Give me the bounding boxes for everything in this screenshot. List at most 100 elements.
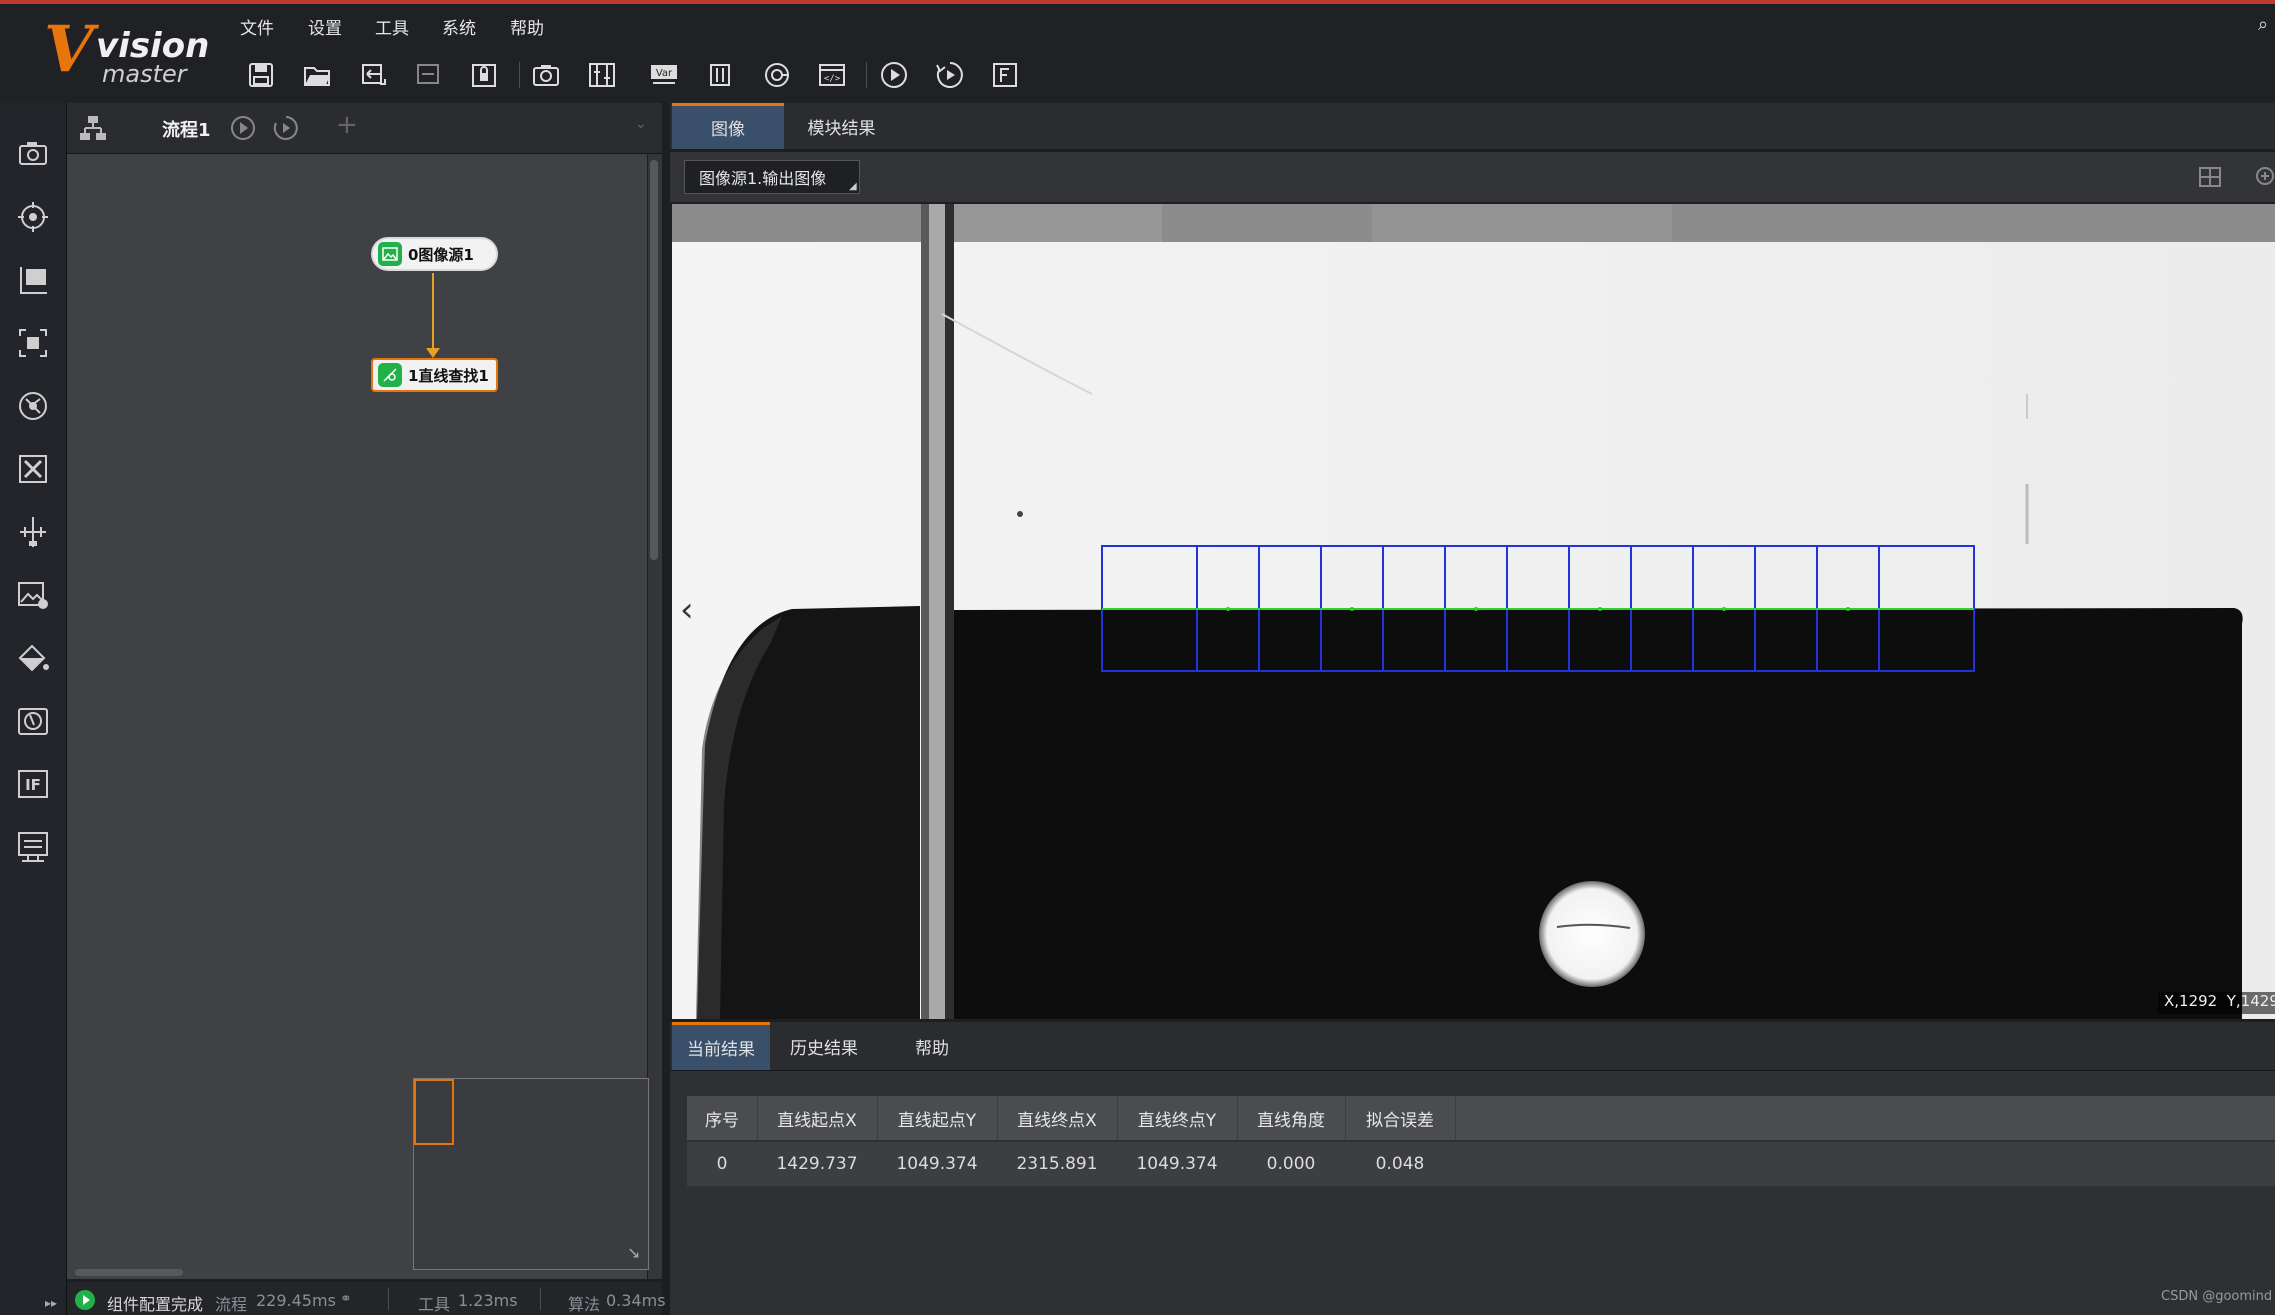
image-process-icon[interactable] xyxy=(13,575,53,615)
col-header: 直线角度 xyxy=(1257,1110,1325,1131)
col-header: 直线终点Y xyxy=(1137,1110,1217,1131)
flow-time-label: 流程 xyxy=(215,1295,248,1314)
chevron-down-icon[interactable]: ⌄ xyxy=(635,116,647,132)
flow-hscroll-thumb[interactable] xyxy=(75,1269,183,1276)
cursor-coords: X,1292 Y,1429 xyxy=(2158,992,2275,1014)
algo-time-label: 算法 xyxy=(568,1295,601,1314)
col-divider xyxy=(1237,1096,1238,1140)
search-icon[interactable]: ⌕ xyxy=(2258,14,2268,35)
menu-help[interactable]: 帮助 xyxy=(510,14,544,39)
table-cell: 0.000 xyxy=(1266,1154,1316,1174)
add-flow-button[interactable]: + xyxy=(336,110,358,140)
flow-header xyxy=(67,103,662,154)
tool-time-label: 工具 xyxy=(418,1295,451,1314)
toolbar-separator xyxy=(519,62,520,88)
svg-text:</>: </> xyxy=(824,74,841,84)
tab-module-result[interactable]: 模块结果 xyxy=(784,103,899,149)
color-icon[interactable] xyxy=(13,638,53,678)
communication-tool-icon[interactable] xyxy=(13,827,53,867)
col-divider xyxy=(1455,1096,1456,1140)
run-once-icon[interactable] xyxy=(877,58,911,92)
col-divider xyxy=(1345,1096,1346,1140)
calibration-icon[interactable] xyxy=(13,386,53,426)
tab-history-result[interactable]: 历史结果 xyxy=(775,1022,873,1070)
flow-node-line-find[interactable]: 1直线查找1 xyxy=(371,358,498,392)
node-label: 0图像源1 xyxy=(408,245,474,264)
col-header: 直线起点Y xyxy=(897,1110,977,1131)
image-subbar xyxy=(670,152,2275,202)
tab-image[interactable]: 图像 xyxy=(672,103,784,149)
watermark: CSDN @goomind xyxy=(2161,1289,2273,1304)
image-source-select[interactable]: 图像源1.输出图像 xyxy=(684,160,860,194)
import-icon[interactable] xyxy=(356,58,390,92)
flow-scrollbar-thumb[interactable] xyxy=(650,160,658,560)
minimap-resize-icon[interactable]: ↘ xyxy=(627,1243,640,1262)
measure-icon[interactable] xyxy=(13,260,53,300)
run-status-icon xyxy=(75,1290,95,1310)
table-cell: 1429.737 xyxy=(776,1154,858,1174)
svg-text:IF: IF xyxy=(25,776,41,794)
result-table-header: 序号 直线起点X 直线起点Y 直线终点X 直线终点Y 直线角度 拟合误差 xyxy=(687,1096,2275,1140)
col-divider xyxy=(877,1096,878,1140)
flow-run-loop-icon[interactable] xyxy=(272,114,300,142)
flow-tab[interactable]: 流程1 xyxy=(162,116,211,142)
menu-settings[interactable]: 设置 xyxy=(308,14,342,39)
global-script-icon[interactable] xyxy=(760,58,794,92)
node-label: 1直线查找1 xyxy=(408,366,489,385)
link-icon[interactable]: ⚭ xyxy=(340,1291,352,1307)
status-separator xyxy=(540,1288,541,1310)
zoom-icon[interactable] xyxy=(2253,165,2275,189)
measure-ruler-icon[interactable] xyxy=(13,512,53,552)
flow-connector xyxy=(432,273,434,353)
open-folder-icon[interactable] xyxy=(300,58,334,92)
tool-time: 1.23ms xyxy=(458,1291,518,1310)
dropdown-corner-icon: ◢ xyxy=(849,181,857,192)
align-icon[interactable] xyxy=(13,449,53,489)
table-cell: 2315.891 xyxy=(1016,1154,1098,1174)
communication-icon[interactable] xyxy=(703,58,737,92)
image-icon xyxy=(378,242,402,266)
flow-run-once-icon[interactable] xyxy=(229,114,257,142)
locate-icon[interactable] xyxy=(13,197,53,237)
svg-text:Var: Var xyxy=(656,68,673,79)
line-find-icon xyxy=(378,363,402,387)
status-separator xyxy=(388,1288,389,1310)
camera-icon[interactable] xyxy=(529,58,563,92)
image-source-label: 图像源1.输出图像 xyxy=(699,169,827,188)
tab-current-result[interactable]: 当前结果 xyxy=(672,1022,770,1070)
function-icon[interactable] xyxy=(988,58,1022,92)
grid-layout-icon[interactable] xyxy=(2198,165,2222,189)
menu-file[interactable]: 文件 xyxy=(240,14,274,39)
code-icon[interactable]: </> xyxy=(815,58,849,92)
menu-system[interactable]: 系统 xyxy=(442,14,476,39)
lock-icon[interactable] xyxy=(467,58,501,92)
image-viewer[interactable] xyxy=(672,204,2275,1019)
flow-node-image-source[interactable]: 0图像源1 xyxy=(371,237,498,271)
run-loop-icon[interactable] xyxy=(933,58,967,92)
minimap-viewport[interactable] xyxy=(414,1079,454,1145)
image-tab-bar xyxy=(670,103,2275,149)
controller-icon[interactable] xyxy=(585,58,619,92)
variable-icon[interactable]: Var xyxy=(647,58,681,92)
table-row[interactable]: 0 1429.737 1049.374 2315.891 1049.374 0.… xyxy=(687,1142,2275,1186)
flow-tree-icon[interactable] xyxy=(78,114,108,142)
logic-if-icon[interactable]: IF xyxy=(13,764,53,804)
algo-time: 0.34ms xyxy=(606,1291,666,1310)
recognition-icon[interactable] xyxy=(13,323,53,363)
col-divider xyxy=(1117,1096,1118,1140)
table-cell: 1049.374 xyxy=(1136,1154,1218,1174)
expand-icon[interactable]: ▸▸ xyxy=(45,1296,57,1310)
prev-image-icon[interactable]: ‹ xyxy=(680,590,694,630)
export-icon[interactable] xyxy=(411,58,445,92)
col-header: 拟合误差 xyxy=(1366,1110,1434,1131)
tab-help[interactable]: 帮助 xyxy=(892,1022,972,1070)
table-cell: 1049.374 xyxy=(896,1154,978,1174)
app-logo: V vision master xyxy=(44,12,210,89)
flow-time: 229.45ms xyxy=(256,1291,336,1310)
acquisition-icon[interactable] xyxy=(13,134,53,174)
save-icon[interactable] xyxy=(244,58,278,92)
flow-arrow-icon xyxy=(426,348,440,358)
table-cell: 0 xyxy=(716,1154,728,1174)
menu-tools[interactable]: 工具 xyxy=(375,14,409,39)
defect-icon[interactable] xyxy=(13,701,53,741)
